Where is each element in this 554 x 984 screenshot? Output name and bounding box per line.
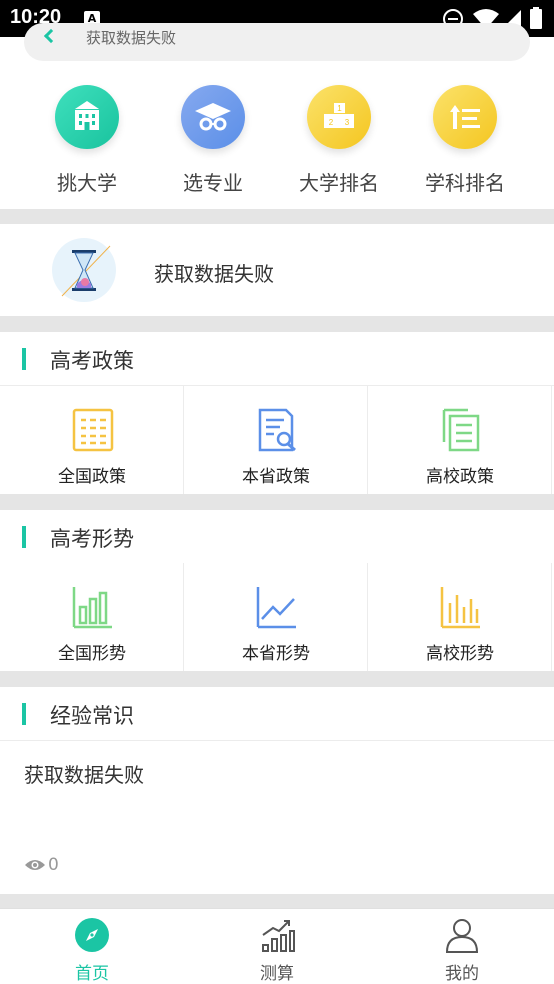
trend-national[interactable]: 全国形势 — [0, 563, 184, 671]
experience-text: 获取数据失败 — [24, 763, 144, 787]
section-header-trend: 高考形势 — [0, 510, 554, 564]
quick-nav-subject-ranking[interactable]: 学科排名 — [405, 85, 525, 195]
bottom-nav-label: 首页 — [75, 964, 109, 984]
view-count: 0 — [24, 855, 59, 875]
policy-label: 高校政策 — [426, 467, 494, 487]
policy-college[interactable]: 高校政策 — [368, 386, 552, 494]
trend-label: 高校形势 — [426, 644, 494, 664]
section-header-policy: 高考政策 — [0, 332, 554, 386]
search-bar[interactable]: 获取数据失败 — [24, 23, 530, 61]
bottom-nav-label: 我的 — [445, 964, 479, 984]
sort-list-icon — [433, 85, 497, 149]
podium-ranking-icon: 1 2 3 — [307, 85, 371, 149]
province-policy-icon — [258, 408, 296, 452]
section-title: 经验常识 — [50, 704, 134, 728]
svg-text:3: 3 — [345, 118, 350, 127]
top-area: 获取数据失败 挑大学 选专业 1 2 3 大学排名 学科排名 — [0, 23, 554, 209]
bottom-nav-mine[interactable]: 我的 — [402, 917, 522, 984]
quick-nav-label: 挑大学 — [57, 171, 117, 195]
battery-icon — [530, 7, 542, 29]
policy-grid: 全国政策 本省政策 高校政策 — [0, 386, 554, 494]
quick-nav-label: 学科排名 — [425, 171, 505, 195]
university-building-icon — [55, 85, 119, 149]
section-title: 高考形势 — [50, 527, 134, 551]
policy-national[interactable]: 全国政策 — [0, 386, 184, 494]
quick-nav-label: 大学排名 — [299, 171, 379, 195]
trend-college[interactable]: 高校形势 — [368, 563, 552, 671]
svg-text:2: 2 — [329, 118, 334, 127]
line-chart-icon — [256, 587, 296, 629]
national-policy-icon — [72, 408, 114, 452]
bottom-nav-calculate[interactable]: 测算 — [217, 917, 337, 984]
section-accent-bar — [22, 703, 26, 725]
section-accent-bar — [22, 348, 26, 370]
quick-nav-label: 选专业 — [183, 171, 243, 195]
bottom-nav-label: 测算 — [260, 964, 294, 984]
experience-card[interactable]: 获取数据失败 0 — [0, 741, 554, 894]
svg-text:1: 1 — [337, 104, 342, 113]
hourglass-icon — [52, 238, 116, 302]
back-arrow-icon[interactable] — [43, 28, 59, 44]
search-text: 获取数据失败 — [86, 29, 177, 47]
policy-label: 本省政策 — [242, 467, 310, 487]
quick-nav-pick-university[interactable]: 挑大学 — [27, 85, 147, 195]
trend-label: 本省形势 — [242, 644, 310, 664]
column-chart-icon — [440, 587, 480, 629]
view-count-value: 0 — [48, 855, 59, 875]
policy-label: 全国政策 — [58, 467, 126, 487]
quick-nav: 挑大学 选专业 1 2 3 大学排名 学科排名 — [0, 85, 554, 195]
trend-label: 全国形势 — [58, 644, 126, 664]
banner-card[interactable]: 获取数据失败 — [0, 224, 554, 316]
growth-chart-icon — [259, 917, 295, 953]
bar-chart-icon — [72, 587, 112, 629]
banner-text: 获取数据失败 — [154, 262, 274, 286]
policy-province[interactable]: 本省政策 — [184, 386, 368, 494]
trend-province[interactable]: 本省形势 — [184, 563, 368, 671]
user-icon — [444, 917, 480, 953]
eye-icon — [25, 860, 45, 870]
bottom-nav: 首页 测算 我的 — [0, 908, 554, 984]
section-accent-bar — [22, 526, 26, 548]
compass-icon — [74, 917, 110, 953]
graduation-cap-icon — [181, 85, 245, 149]
section-title: 高考政策 — [50, 349, 134, 373]
section-header-experience: 经验常识 — [0, 687, 554, 741]
quick-nav-university-ranking[interactable]: 1 2 3 大学排名 — [279, 85, 399, 195]
quick-nav-choose-major[interactable]: 选专业 — [153, 85, 273, 195]
college-policy-icon — [442, 408, 480, 452]
bottom-nav-home[interactable]: 首页 — [32, 917, 152, 984]
screen: 10:20 A 获取数据失败 挑大学 选专业 1 2 3 大学排名 学科排名 获… — [0, 0, 554, 984]
trend-grid: 全国形势 本省形势 高校形势 — [0, 563, 554, 671]
